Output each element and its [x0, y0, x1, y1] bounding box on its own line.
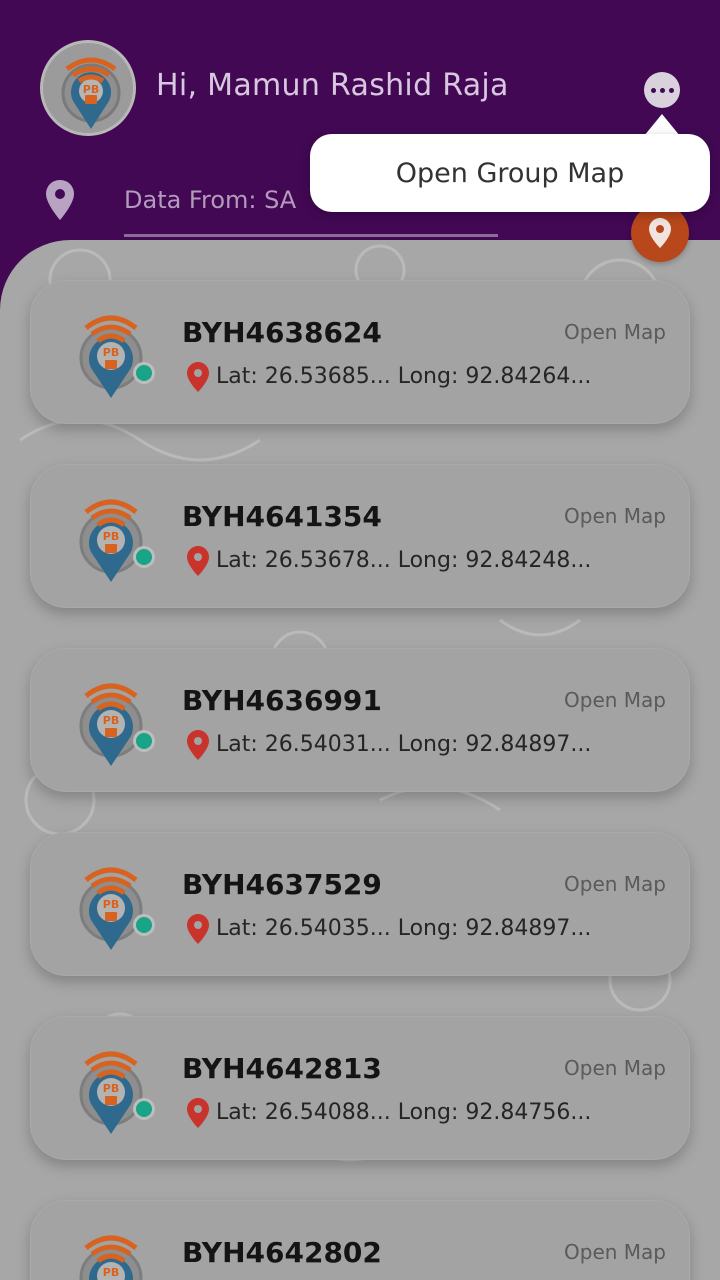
open-group-map-label: Open Group Map — [395, 157, 625, 189]
open-group-map-menu-item[interactable]: Open Group Map — [310, 134, 710, 212]
device-logo-text: PB — [103, 346, 119, 359]
more-options-icon[interactable] — [644, 72, 680, 108]
popup-arrow — [644, 114, 680, 136]
device-logo-icon: PB — [79, 499, 143, 582]
red-pin-icon — [187, 362, 209, 392]
device-card[interactable]: PB BYH4637529 Open Map Lat: 26.54035... … — [30, 832, 690, 976]
online-status-dot — [133, 362, 155, 384]
device-coordinates: Lat: 26.53685... Long: 92.84264... — [216, 364, 592, 389]
online-status-dot — [133, 546, 155, 568]
device-card[interactable]: PB BYH4642802 Open Map — [30, 1200, 690, 1280]
device-logo-icon: PB — [79, 315, 143, 398]
device-logo-text: PB — [103, 530, 119, 543]
device-card[interactable]: PB BYH4641354 Open Map Lat: 26.53678... … — [30, 464, 690, 608]
device-coordinates: Lat: 26.54035... Long: 92.84897... — [216, 916, 592, 941]
device-logo-icon: PB — [79, 867, 143, 950]
device-id: BYH4637529 — [182, 868, 382, 901]
device-logo-icon: PB — [79, 1235, 143, 1280]
online-status-dot — [133, 914, 155, 936]
device-id: BYH4641354 — [182, 500, 382, 533]
device-id: BYH4636991 — [182, 684, 382, 717]
device-card[interactable]: PB BYH4638624 Open Map Lat: 26.53685... … — [30, 280, 690, 424]
location-marker-icon — [649, 218, 671, 248]
device-logo-text: PB — [103, 1266, 119, 1279]
device-id: BYH4642802 — [182, 1236, 382, 1269]
device-logo-text: PB — [103, 1082, 119, 1095]
open-map-link[interactable]: Open Map — [564, 504, 666, 528]
avatar[interactable]: PB — [40, 40, 136, 136]
red-pin-icon — [187, 546, 209, 576]
data-from-underline — [124, 234, 498, 237]
map-pin-icon — [46, 180, 74, 220]
device-logo-icon: PB — [79, 1051, 143, 1134]
open-map-link[interactable]: Open Map — [564, 1056, 666, 1080]
red-pin-icon — [187, 730, 209, 760]
greeting-text: Hi, Mamun Rashid Raja — [156, 68, 509, 103]
device-id: BYH4638624 — [182, 316, 382, 349]
open-map-link[interactable]: Open Map — [564, 872, 666, 896]
red-pin-icon — [187, 914, 209, 944]
device-logo-text: PB — [103, 714, 119, 727]
device-card[interactable]: PB BYH4642813 Open Map Lat: 26.54088... … — [30, 1016, 690, 1160]
device-id: BYH4642813 — [182, 1052, 382, 1085]
open-map-link[interactable]: Open Map — [564, 320, 666, 344]
device-card[interactable]: PB BYH4636991 Open Map Lat: 26.54031... … — [30, 648, 690, 792]
online-status-dot — [133, 730, 155, 752]
app-logo-icon: PB — [61, 57, 121, 129]
online-status-dot — [133, 1098, 155, 1120]
location-fab[interactable] — [631, 204, 689, 262]
logo-text: PB — [83, 83, 99, 96]
device-coordinates: Lat: 26.54088... Long: 92.84756... — [216, 1100, 592, 1125]
device-coordinates: Lat: 26.54031... Long: 92.84897... — [216, 732, 592, 757]
open-map-link[interactable]: Open Map — [564, 1240, 666, 1264]
red-pin-icon — [187, 1098, 209, 1128]
open-map-link[interactable]: Open Map — [564, 688, 666, 712]
device-coordinates: Lat: 26.53678... Long: 92.84248... — [216, 548, 592, 573]
device-logo-text: PB — [103, 898, 119, 911]
device-logo-icon: PB — [79, 683, 143, 766]
